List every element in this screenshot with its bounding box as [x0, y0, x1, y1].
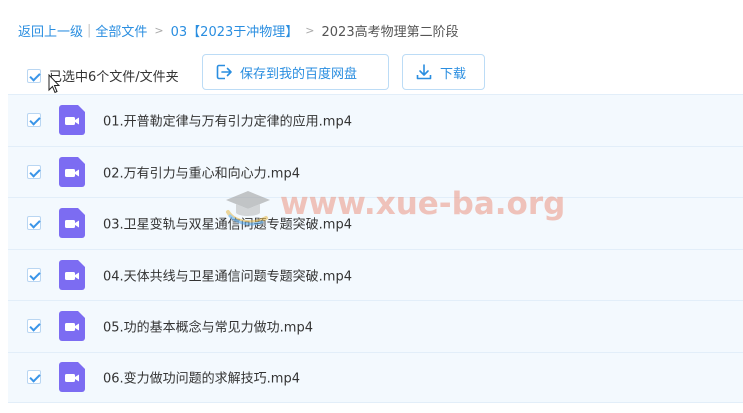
breadcrumb-back-link[interactable]: 返回上一级 [18, 21, 83, 40]
file-row[interactable]: 06.变力做功问题的求解技巧.mp4 [8, 351, 743, 403]
file-name: 01.开普勒定律与万有引力定律的应用.mp4 [103, 114, 352, 130]
file-checkbox[interactable] [27, 370, 41, 385]
file-checkbox[interactable] [27, 113, 41, 128]
file-checkbox[interactable] [27, 164, 41, 179]
download-icon [416, 64, 432, 80]
file-row[interactable]: 01.开普勒定律与万有引力定律的应用.mp4 [8, 94, 743, 146]
chevron-right-icon: > [154, 23, 164, 37]
file-checkbox[interactable] [27, 267, 41, 282]
breadcrumb-all-files-link[interactable]: 全部文件 [95, 21, 147, 40]
selected-count-text: 已选中6个文件/文件夹 [49, 70, 179, 85]
video-file-icon [59, 259, 85, 290]
video-file-icon [59, 362, 85, 393]
file-list: 01.开普勒定律与万有引力定律的应用.mp4 02.万有引力与重心和向心力.mp… [8, 94, 743, 403]
breadcrumb-current: 2023高考物理第二阶段 [321, 24, 459, 40]
video-file-icon [59, 156, 85, 187]
video-file-icon [59, 208, 85, 239]
save-button-label: 保存到我的百度网盘 [240, 66, 358, 82]
breadcrumb: 返回上一级 | 全部文件 > 03【2023于冲物理】 > 2023高考物理第二… [18, 20, 459, 40]
video-file-icon [59, 311, 85, 342]
file-name: 05.功的基本概念与常见力做功.mp4 [103, 320, 313, 336]
file-row[interactable]: 04.天体共线与卫星通信问题专题突破.mp4 [8, 248, 743, 300]
chevron-right-icon: > [305, 23, 315, 37]
video-file-icon [59, 105, 85, 136]
file-checkbox[interactable] [27, 216, 41, 231]
download-button-label: 下载 [440, 66, 467, 82]
file-name: 02.万有引力与重心和向心力.mp4 [103, 166, 300, 182]
file-row[interactable]: 05.功的基本概念与常见力做功.mp4 [8, 300, 743, 352]
mouse-cursor-icon [48, 74, 60, 94]
breadcrumb-divider: | [87, 22, 92, 38]
file-name: 04.天体共线与卫星通信问题专题突破.mp4 [103, 269, 352, 285]
file-row[interactable]: 02.万有引力与重心和向心力.mp4 [8, 145, 743, 197]
file-name: 03.卫星变轨与双星通信问题专题突破.mp4 [103, 217, 352, 233]
download-button[interactable]: 下载 [402, 54, 485, 90]
file-checkbox[interactable] [27, 319, 41, 334]
select-all-checkbox[interactable] [27, 68, 41, 83]
toolbar: 已选中6个文件/文件夹 保存到我的百度网盘 下载 [0, 54, 743, 92]
save-to-netdisk-button[interactable]: 保存到我的百度网盘 [202, 54, 389, 90]
breadcrumb-folder-link[interactable]: 03【2023于冲物理】 [171, 21, 299, 40]
file-name: 06.变力做功问题的求解技巧.mp4 [103, 371, 300, 387]
save-export-icon [216, 64, 232, 80]
file-row[interactable]: 03.卫星变轨与双星通信问题专题突破.mp4 [8, 197, 743, 249]
